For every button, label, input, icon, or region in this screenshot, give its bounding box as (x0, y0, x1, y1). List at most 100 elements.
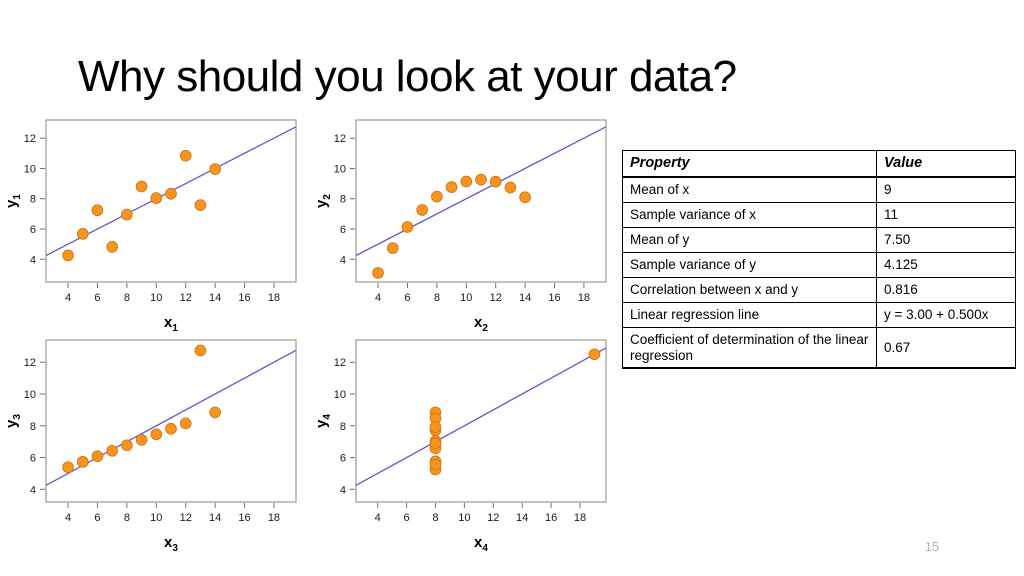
data-point (209, 163, 221, 175)
x-axis-label: x1 (164, 314, 178, 332)
data-point (429, 421, 442, 434)
slide-canvas: Why should you look at your data? 4 6 8 10 1… (0, 0, 1024, 576)
x-tick-label: 12 (490, 292, 502, 304)
cell-value: y = 3.00 + 0.500x (876, 301, 1016, 328)
data-point (475, 173, 487, 186)
column-header-value: Value (876, 150, 1016, 179)
data-point (179, 149, 192, 162)
x-tick-label: 16 (238, 512, 250, 524)
y-tick-label: 4 (30, 254, 36, 266)
scatter-plot-2: 4 6 8 10 12 14 16 18 4 6 8 10 12 x2 y2 (310, 112, 620, 332)
y-axis-label: y4 (313, 414, 333, 428)
y-tick-label: 4 (340, 254, 346, 266)
data-point (445, 181, 458, 193)
x-tick-label: 4 (375, 512, 381, 524)
x-tick-label: 4 (375, 292, 381, 304)
table-row: Correlation between x and y 0.816 (622, 276, 1016, 303)
cell-property: Sample variance of y (622, 251, 877, 278)
data-point (76, 228, 89, 240)
x-tick-label: 18 (268, 292, 280, 304)
data-point (401, 221, 414, 233)
y-tick-label: 12 (24, 133, 36, 145)
y-tick-label: 12 (334, 133, 346, 145)
y-tick-label: 4 (340, 484, 346, 496)
x-tick-label: 6 (94, 512, 100, 524)
y-tick-label: 8 (30, 194, 36, 206)
data-point (165, 187, 177, 200)
table-row: Linear regression line y = 3.00 + 0.500x (622, 301, 1016, 328)
cell-property: Coefficient of determination of the line… (622, 326, 877, 370)
x-tick-label: 18 (578, 292, 590, 304)
data-point (416, 204, 429, 216)
data-point (194, 344, 207, 357)
cell-property: Linear regression line (622, 301, 877, 328)
x-tick-label: 14 (519, 292, 531, 304)
cell-property: Correlation between x and y (622, 276, 877, 303)
plot-canvas: 4 6 8 10 12 14 16 184681012x3y3 (3, 339, 297, 552)
y-tick-label: 6 (340, 453, 346, 465)
plot-panel (45, 119, 297, 283)
plot-canvas: 4 6 8 10 12 14 16 184681012x1y1 (3, 119, 297, 332)
y-axis-label: y3 (3, 414, 23, 428)
x-axis-label: x3 (164, 534, 178, 552)
data-point (179, 417, 192, 430)
y-tick-label: 12 (334, 357, 346, 369)
y-tick-label: 8 (340, 194, 346, 206)
data-point (165, 422, 177, 435)
y-tick-label: 10 (24, 389, 36, 401)
data-point (121, 208, 133, 221)
x-axis-label: x4 (474, 534, 488, 552)
cell-value: 4.125 (876, 251, 1016, 278)
y-axis-label: y1 (3, 194, 23, 208)
y-tick-label: 6 (30, 224, 36, 236)
data-point (429, 437, 442, 450)
scatter-plot-4: 4 6 8 10 12 14 16 18 4 6 8 10 12 x4 y4 (310, 332, 620, 552)
y-tick-label: 10 (334, 163, 346, 175)
x-tick-label: 12 (180, 292, 192, 304)
data-point (91, 204, 104, 217)
x-tick-label: 8 (432, 512, 438, 524)
table-row: Coefficient of determination of the line… (622, 326, 1016, 370)
y-tick-label: 8 (340, 421, 346, 433)
data-point (121, 439, 133, 452)
x-tick-label: 12 (180, 512, 192, 524)
data-point (135, 180, 148, 193)
data-point (76, 455, 89, 468)
x-tick-label: 18 (268, 512, 280, 524)
data-point (209, 406, 221, 419)
y-tick-label: 6 (340, 224, 346, 236)
data-point (106, 445, 119, 457)
y-tick-label: 12 (24, 357, 36, 369)
cell-property: Sample variance of x (622, 202, 877, 228)
cell-value: 7.50 (876, 226, 1016, 253)
y-tick-label: 6 (30, 453, 36, 465)
table-row: Mean of x9 (622, 176, 1016, 204)
x-tick-label: 10 (150, 292, 162, 304)
x-tick-label: 4 (65, 512, 71, 524)
data-point (460, 175, 473, 188)
x-tick-label: 14 (516, 512, 528, 524)
x-tick-label: 4 (65, 292, 71, 304)
column-header-property: Property (622, 150, 877, 179)
x-tick-label: 6 (404, 512, 410, 524)
data-point (91, 450, 104, 463)
x-tick-label: 16 (548, 292, 560, 304)
plot-canvas: 4 6 8 10 12 14 16 184681012x2y2 (313, 119, 607, 332)
y-axis-label: y2 (313, 194, 333, 208)
cell-value: 0.816 (876, 276, 1016, 303)
table-row: Sample variance of y 4.125 (622, 251, 1016, 278)
y-tick-label: 10 (24, 163, 36, 175)
table-row: Sample variance of x 11 (622, 202, 1016, 228)
x-axis-label: x2 (474, 314, 488, 332)
data-point (431, 190, 443, 203)
x-tick-label: 10 (150, 512, 162, 524)
plot-panel (355, 339, 607, 503)
data-point (194, 199, 207, 211)
x-tick-label: 10 (460, 292, 472, 304)
data-point (62, 249, 74, 262)
cell-property: Mean of x (622, 176, 877, 204)
page-title: Why should you look at your data? (78, 52, 737, 101)
x-tick-label: 14 (209, 292, 221, 304)
data-point (150, 192, 163, 204)
data-point (504, 181, 517, 194)
